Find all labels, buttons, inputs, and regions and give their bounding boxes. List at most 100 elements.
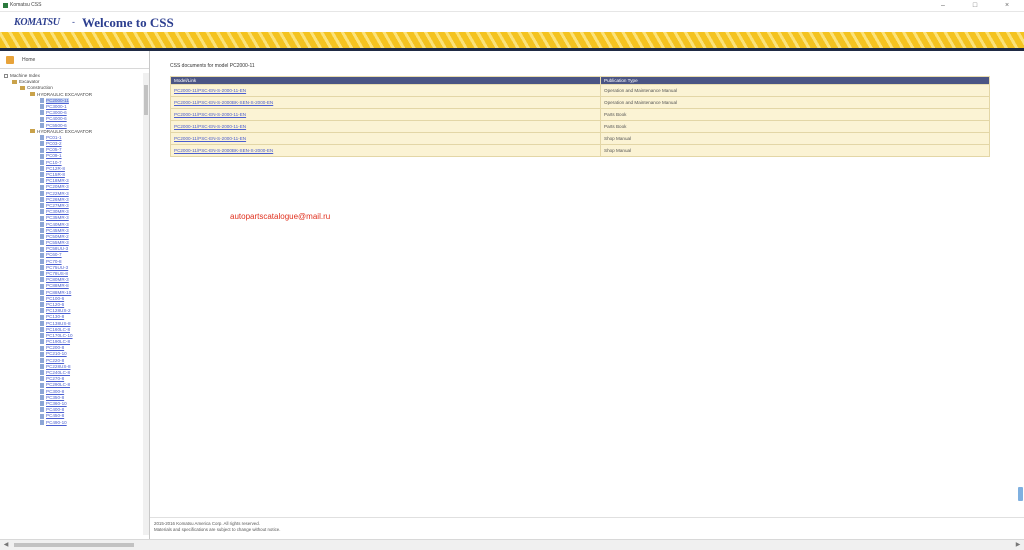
disclaimer-text: Materials and specifications are subject… [154,527,281,532]
tree-item-label: PC160LC-8 [46,326,71,332]
document-icon [40,277,44,283]
document-icon [40,252,44,258]
page-title: Welcome to CSS [82,15,174,30]
document-icon [40,320,44,326]
document-icon [40,382,44,388]
document-icon [40,166,44,172]
document-table: Model/Link Publication Type PC2000-11/PS… [170,76,990,157]
close-icon[interactable]: × [992,1,1022,11]
tree-item-label: PC18MR-3 [46,178,69,184]
document-icon [40,314,44,320]
tree-item-label: Excavator [19,79,40,85]
home-label: Home [22,57,36,63]
document-link[interactable]: PC2000-11/PSC-EN-S-2000BK-SEN-S-2000-EN [174,100,273,105]
document-icon [40,289,44,295]
document-icon [40,296,44,302]
horizontal-scroll-thumb[interactable] [14,543,134,547]
publication-type: Parts Book [600,108,990,121]
tree-item-label: PC35MR-3 [46,215,69,221]
scroll-right-icon[interactable]: ▶ [1014,541,1022,549]
document-icon [40,419,44,425]
document-icon [40,388,44,394]
document-icon [40,413,44,419]
document-icon [40,104,44,110]
home-icon [6,56,14,64]
scroll-left-icon[interactable]: ◀ [2,541,10,549]
tree-item-label: HYDRAULIC EXCAVATOR [37,91,93,97]
table-row: PC2000-11/PSC-EN-S-2000-11-EN Shop Manual [170,132,990,145]
sidebar-scrollbar[interactable] [143,73,149,535]
tree-item-label: PC60-7 [46,252,62,258]
tree-item-label: PC128US-2 [46,308,71,314]
document-link[interactable]: PC2000-11/PSC-EN-S-2000-11-EN [174,136,246,141]
tree-item-label: PC05-7 [46,147,62,153]
maximize-icon[interactable]: □ [960,1,990,11]
document-link-cell: PC2000-11/PSC-EN-S-2000-11-EN [170,132,601,145]
tree-item-label: PC300-8 [46,388,65,394]
document-link-cell: PC2000-11/PSC-EN-S-2000-11-EN [170,84,601,97]
tree-item-label: Machine Index [10,73,40,78]
expand-icon [4,73,8,78]
publication-type: Shop Manual [600,144,990,157]
column-header-link: Model/Link [170,76,601,85]
tree-item-label: PC350-8 [46,394,65,400]
tree-item-label: PC45MR-3 [46,227,69,233]
tree-item-label: PC210-10 [46,351,67,357]
document-icon [40,395,44,401]
document-link[interactable]: PC2000-11/PSC-EN-S-2000-11-EN [174,88,246,93]
brand-logo: KOMATSU [14,17,60,28]
tree-item-label: PC490-10 [46,419,67,425]
tree-item-label: PC5500-6 [46,122,67,128]
folder-icon [30,129,35,134]
tree-item-label: PC26MR-3 [46,196,69,202]
document-icon [40,203,44,209]
document-link-cell: PC2000-11/PSC-EN-S-2000-11-EN [170,120,601,133]
document-icon [40,116,44,122]
publication-type: Shop Manual [600,132,990,145]
column-header-type: Publication Type [600,76,990,85]
tree-item-label: PC360-10 [46,400,67,406]
copyright-text: 2015-2016 Komatsu America Corp. All righ… [154,521,260,526]
tree-item-label: PC88MR-10 [46,289,72,295]
sidebar-scroll-thumb[interactable] [144,85,148,115]
document-link[interactable]: PC2000-11/PSC-EN-S-2000-11-EN [174,112,246,117]
document-link[interactable]: PC2000-11/PSC-EN-S-2000-11-EN [174,124,246,129]
tree-item-label: PC15R-8 [46,172,65,177]
minimize-icon[interactable]: – [928,1,958,11]
tree-item-label: PC12R-8 [46,165,65,171]
tree-item-label: PC270-8 [46,376,65,382]
watermark-text: autopartscatalogue@mail.ru [230,212,331,221]
app-header: KOMATSU - Welcome to CSS [0,12,1024,32]
table-row: PC2000-11/PSC-EN-S-2000BK-SEN-S-2000-EN S… [170,144,990,157]
document-icon [40,178,44,184]
tree-item-label: PC450-8 [46,413,65,419]
tree-item-model[interactable]: PC490-10 [0,420,142,426]
publication-type: Parts Book [600,120,990,133]
side-panel-tab[interactable] [1018,487,1023,501]
home-link[interactable]: Home [0,51,149,69]
document-icon [40,184,44,190]
document-link-cell: PC2000-11/PSC-EN-S-2000BK-SEN-S-2000-EN [170,144,601,157]
tree-item-label: PC50MR-2 [46,233,69,239]
document-icon [40,190,44,196]
document-link-cell: PC2000-11/PSC-EN-S-2000-11-EN [170,108,601,121]
tree-item-label: PC75UU-3 [46,264,69,270]
tree-item-label: PC138US-8 [46,320,71,326]
window-titlebar: Komatsu CSS – □ × [0,0,1024,12]
document-icon [40,351,44,357]
document-icon [40,246,44,252]
window-title: Komatsu CSS [10,2,42,8]
tree-item-label: PC01-1 [46,134,62,140]
tree-item-label: PC100-6 [46,295,65,301]
document-icon [40,271,44,277]
document-icon [40,407,44,413]
document-link[interactable]: PC2000-11/PSC-EN-S-2000BK-SEN-S-2000-EN [174,148,273,153]
tree-item-label: PC240LC-8 [46,370,71,375]
document-icon [40,141,44,147]
document-icon [40,135,44,141]
horizontal-scrollbar[interactable]: ◀ ▶ [0,539,1024,550]
document-icon [40,258,44,264]
table-row: PC2000-11/PSC-EN-S-2000-11-EN Operation a… [170,84,990,97]
tree-item-label: PC2000-11 [46,97,69,103]
document-icon [40,234,44,240]
